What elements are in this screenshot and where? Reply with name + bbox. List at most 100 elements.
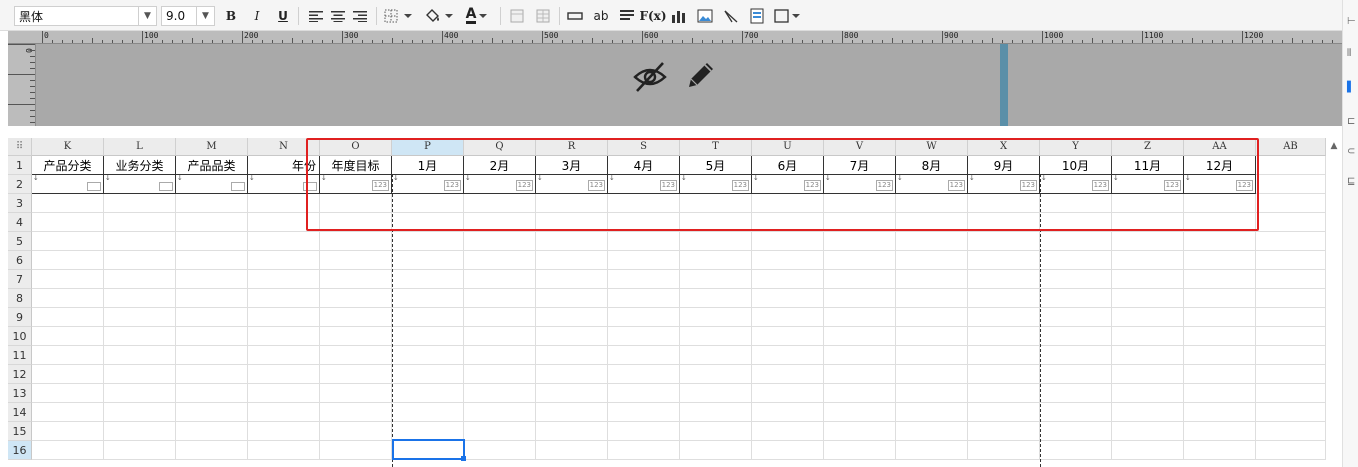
- grid-cell[interactable]: [896, 346, 968, 365]
- grid-cell[interactable]: [32, 365, 104, 384]
- grid-cell[interactable]: [608, 327, 680, 346]
- grid-cell[interactable]: [1184, 422, 1256, 441]
- grid-cell[interactable]: [680, 232, 752, 251]
- grid-cell[interactable]: [104, 327, 176, 346]
- design-canvas[interactable]: [8, 31, 1342, 126]
- grid-cell[interactable]: [1256, 308, 1326, 327]
- grid-cell[interactable]: [392, 365, 464, 384]
- grid-cell[interactable]: [752, 346, 824, 365]
- grid-cell[interactable]: [536, 327, 608, 346]
- grid-cell[interactable]: [824, 308, 896, 327]
- grid-cell[interactable]: [248, 308, 320, 327]
- grid-cell[interactable]: [1256, 194, 1326, 213]
- row-header-12[interactable]: 12: [8, 365, 32, 384]
- grid-cell[interactable]: [320, 384, 392, 403]
- grid-cell[interactable]: [824, 270, 896, 289]
- data-cell[interactable]: ↓: [176, 174, 248, 194]
- row-header-1[interactable]: 1: [8, 156, 32, 175]
- grid-cell[interactable]: [680, 365, 752, 384]
- grid-cell[interactable]: [824, 365, 896, 384]
- grid-cell[interactable]: [248, 346, 320, 365]
- grid-cell[interactable]: [1256, 365, 1326, 384]
- grid-cell[interactable]: [392, 327, 464, 346]
- grid-cell[interactable]: [1040, 289, 1112, 308]
- grid-cell[interactable]: [536, 346, 608, 365]
- grid-cell[interactable]: [680, 270, 752, 289]
- column-header-l[interactable]: L: [104, 138, 176, 156]
- row-header-15[interactable]: 15: [8, 422, 32, 441]
- grid-cell[interactable]: [32, 308, 104, 327]
- grid-cell[interactable]: [32, 194, 104, 213]
- grid-cell[interactable]: [176, 251, 248, 270]
- grid-cell[interactable]: [1112, 384, 1184, 403]
- grid-cell[interactable]: [680, 327, 752, 346]
- image-button[interactable]: [694, 0, 716, 31]
- grid-cell[interactable]: [536, 270, 608, 289]
- grid-cell[interactable]: [248, 289, 320, 308]
- grid-cell[interactable]: [1184, 251, 1256, 270]
- cell-border-style-button[interactable]: [772, 0, 802, 31]
- grid-cell[interactable]: [752, 441, 824, 460]
- grid-cell[interactable]: [1112, 422, 1184, 441]
- row-header-11[interactable]: 11: [8, 346, 32, 365]
- grid-cell[interactable]: [536, 365, 608, 384]
- fill-handle[interactable]: [461, 456, 466, 461]
- header-cell[interactable]: 产品品类: [176, 156, 248, 175]
- selected-cell[interactable]: [392, 439, 465, 460]
- grid-cell[interactable]: [104, 251, 176, 270]
- pointer-icon[interactable]: ⊢: [1347, 16, 1356, 27]
- grid-cell[interactable]: [752, 308, 824, 327]
- grid-cell[interactable]: [608, 441, 680, 460]
- grid-cell[interactable]: [968, 422, 1040, 441]
- grid-cell[interactable]: [392, 384, 464, 403]
- grid-cell[interactable]: [752, 365, 824, 384]
- grid-cell[interactable]: [968, 308, 1040, 327]
- grid-cell[interactable]: [608, 308, 680, 327]
- grid-cell[interactable]: [464, 403, 536, 422]
- grid-cell[interactable]: [104, 384, 176, 403]
- grid-cell[interactable]: [608, 365, 680, 384]
- grid-cell[interactable]: [968, 289, 1040, 308]
- underline-button[interactable]: U: [274, 0, 292, 31]
- grid-cell[interactable]: [104, 289, 176, 308]
- sub-report-button[interactable]: [746, 0, 768, 31]
- grid-cell[interactable]: [608, 403, 680, 422]
- grid-cell[interactable]: [392, 251, 464, 270]
- grid-cell[interactable]: [176, 403, 248, 422]
- grid-cell[interactable]: [1184, 384, 1256, 403]
- grid-cell[interactable]: [176, 365, 248, 384]
- grid-cell[interactable]: [1184, 365, 1256, 384]
- grid-cell[interactable]: [1256, 213, 1326, 232]
- grid-cell[interactable]: [1184, 441, 1256, 460]
- grid-cell[interactable]: [176, 232, 248, 251]
- grid-cell[interactable]: [1040, 308, 1112, 327]
- grid-cell[interactable]: [176, 308, 248, 327]
- font-family-select[interactable]: 黑体 ▼: [14, 6, 157, 26]
- grid-cell[interactable]: [752, 403, 824, 422]
- data-cell[interactable]: ↓: [104, 174, 176, 194]
- data-cell[interactable]: ↓: [32, 174, 104, 194]
- grid-cell[interactable]: [1040, 384, 1112, 403]
- grid-cell[interactable]: [32, 289, 104, 308]
- align-left-button[interactable]: [306, 0, 326, 31]
- grid-cell[interactable]: [248, 441, 320, 460]
- row-header-10[interactable]: 10: [8, 327, 32, 346]
- grid-cell[interactable]: [896, 270, 968, 289]
- grid-cell[interactable]: [32, 213, 104, 232]
- grid-cell[interactable]: [464, 441, 536, 460]
- grid-cell[interactable]: [320, 270, 392, 289]
- grid-cell[interactable]: [1040, 270, 1112, 289]
- text-field-button[interactable]: [564, 0, 586, 31]
- grid-cell[interactable]: [320, 441, 392, 460]
- row-header-9[interactable]: 9: [8, 308, 32, 327]
- grid-cell[interactable]: [968, 232, 1040, 251]
- grid-cell[interactable]: [1184, 232, 1256, 251]
- grid-cell[interactable]: [608, 251, 680, 270]
- fill-color-button[interactable]: [422, 0, 454, 31]
- slash-button[interactable]: [720, 0, 742, 31]
- grid-cell[interactable]: [752, 232, 824, 251]
- grid-cell[interactable]: [680, 346, 752, 365]
- column-header-k[interactable]: K: [32, 138, 104, 156]
- grid-cell[interactable]: [464, 365, 536, 384]
- grid-cell[interactable]: [1112, 289, 1184, 308]
